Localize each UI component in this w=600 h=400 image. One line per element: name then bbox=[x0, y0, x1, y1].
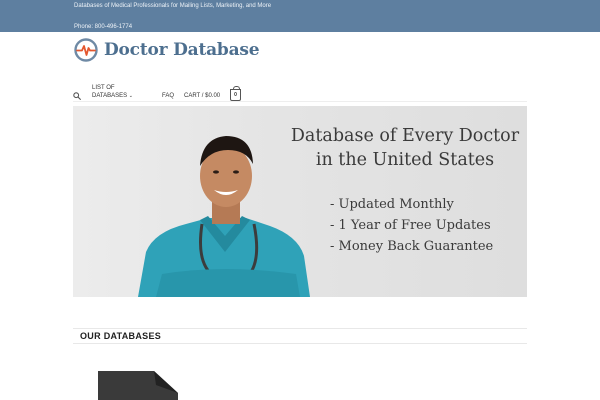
hero-bullet: - Money Back Guarantee bbox=[330, 239, 494, 254]
nav-list-of-databases-label-line1: List of bbox=[92, 85, 115, 91]
nav-list-of-databases[interactable]: List of Databases ⌄ bbox=[92, 84, 133, 100]
nav-list-of-databases-label-line2: Databases ⌄ bbox=[92, 92, 133, 100]
hero-title-line2: in the United States bbox=[315, 150, 495, 170]
hero-bullet: - Updated Monthly bbox=[330, 197, 454, 212]
hero-banner[interactable]: Database of Every Doctor in the United S… bbox=[73, 106, 527, 297]
top-bar-tagline: Databases of Medical Professionals for M… bbox=[74, 3, 272, 9]
our-databases-section-header: OUR DATABASES bbox=[73, 328, 527, 344]
search-icon[interactable] bbox=[73, 92, 81, 100]
hero-bullet: - 1 Year of Free Updates bbox=[330, 218, 491, 233]
cart-icon[interactable]: 0 bbox=[230, 86, 241, 101]
site-logo-text: Doctor Database bbox=[104, 40, 260, 60]
cart-count-badge: 0 bbox=[234, 92, 237, 98]
product-thumbnail[interactable] bbox=[98, 371, 178, 400]
nav-cart[interactable]: Cart / $0.00 bbox=[184, 92, 220, 100]
nav-list-of-databases-label: Databases bbox=[92, 93, 128, 99]
chevron-down-icon: ⌄ bbox=[128, 93, 133, 99]
top-bar-phone[interactable]: Phone: 800-496-1774 bbox=[74, 24, 132, 30]
site-logo[interactable]: Doctor Database bbox=[74, 38, 260, 62]
section-title: OUR DATABASES bbox=[80, 331, 162, 341]
heartbeat-logo-icon bbox=[74, 38, 98, 62]
hero-title-line1: Database of Every Doctor bbox=[290, 126, 520, 146]
hero-bullet-list: - Updated Monthly - 1 Year of Free Updat… bbox=[330, 194, 493, 257]
top-bar: Databases of Medical Professionals for M… bbox=[0, 0, 600, 32]
hero-headline: Database of Every Doctor in the United S… bbox=[285, 124, 525, 172]
nav-faq[interactable]: FAQ bbox=[162, 92, 174, 100]
main-navigation: List of Databases ⌄ FAQ Cart / $0.00 0 bbox=[73, 84, 527, 102]
